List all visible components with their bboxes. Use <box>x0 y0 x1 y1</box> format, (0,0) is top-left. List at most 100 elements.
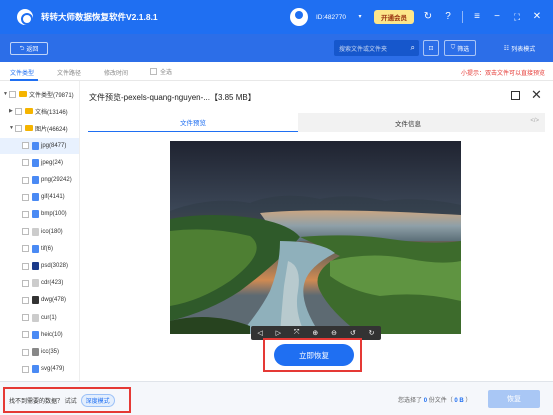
close-icon[interactable]: ✕ <box>531 87 542 103</box>
code-toggle-icon[interactable]: </> <box>530 118 539 124</box>
selected-mid: 份文件（ <box>428 398 453 404</box>
tree-item[interactable]: heic(10) <box>0 327 79 343</box>
back-button[interactable]: ⮌ 返回 <box>10 42 48 55</box>
menu-icon[interactable]: ≡ <box>471 11 483 23</box>
deep-mode-button[interactable]: 深度模式 <box>80 393 115 407</box>
dialog-title: 文件预览-pexels-quang-nguyen-...【3.85 MB】 <box>89 93 256 102</box>
avatar[interactable] <box>290 8 308 26</box>
tree-item[interactable]: psd(3028) <box>0 258 79 274</box>
tree-item-label: png(29242) <box>41 177 72 183</box>
tree-item-label: psd(3028) <box>41 263 69 269</box>
refresh-icon[interactable]: ↻ <box>422 11 434 23</box>
hint-text: 小提示：双击文件可以直接预览 <box>460 71 545 77</box>
checkbox[interactable] <box>22 193 29 201</box>
file-type-tree: ▼ 文件类型(79871) ▶ 文档(13146) ▼ 图片(46624) jpg(8477… <box>0 81 80 381</box>
vip-button[interactable]: 开通会员 <box>374 10 414 24</box>
file-type-icon <box>32 176 39 184</box>
filter-button[interactable]: ⛉ 筛选 <box>444 40 476 56</box>
dialog-tabs: 文件预览 文件信息 </> <box>88 113 545 132</box>
checkbox[interactable] <box>22 228 29 236</box>
tree-item[interactable]: dwg(478) <box>0 292 79 308</box>
checkbox[interactable] <box>9 90 16 98</box>
maximize-icon[interactable]: ⛶ <box>511 11 523 23</box>
tree-item[interactable]: gif(4141) <box>0 189 79 205</box>
rotate-right-icon[interactable]: ↻ <box>369 329 375 337</box>
tree-item[interactable]: ico(180) <box>0 224 79 240</box>
select-all-checkbox[interactable]: 全选 <box>150 67 172 76</box>
tab-file-preview[interactable]: 文件预览 <box>88 113 298 132</box>
selection-info: 您选择了 0 份文件（ 0 B ） <box>398 395 471 404</box>
tree-item-label: tif(6) <box>41 245 53 252</box>
restore-now-button[interactable]: 立即恢复 <box>274 344 354 366</box>
search-icon[interactable]: ⌕ <box>411 43 415 53</box>
tree-item[interactable]: ▶ 文档(13146) <box>0 103 79 119</box>
checkbox[interactable] <box>22 262 29 270</box>
checkbox[interactable] <box>22 365 29 373</box>
checkbox[interactable] <box>150 68 157 75</box>
tree-item-label: svg(479) <box>41 366 65 373</box>
checkbox[interactable] <box>22 210 29 218</box>
tree-item[interactable]: tif(6) <box>0 241 79 257</box>
close-icon[interactable]: ✕ <box>531 11 543 23</box>
checkbox[interactable] <box>22 348 29 356</box>
file-type-icon <box>32 365 39 374</box>
next-icon[interactable]: ▷ <box>276 329 281 337</box>
checkbox[interactable] <box>22 245 29 253</box>
tree-item-label: jpg(8477) <box>41 142 67 149</box>
tree-item-label: dwg(478) <box>41 297 67 304</box>
file-type-icon <box>32 348 39 356</box>
image-search-button[interactable]: ⊡ <box>423 40 439 56</box>
file-type-icon <box>32 141 39 150</box>
checkbox[interactable] <box>15 107 22 115</box>
tree-item[interactable]: svg(479) <box>0 361 79 377</box>
tree-item[interactable]: ▼ 文件类型(79871) <box>0 86 79 102</box>
file-type-icon <box>32 262 39 270</box>
tree-item[interactable]: jpeg(24) <box>0 155 79 171</box>
checkbox[interactable] <box>22 314 29 322</box>
minimize-icon[interactable]: − <box>491 11 503 23</box>
tree-item[interactable]: icc(35) <box>0 344 79 360</box>
tree-item-label: cdr(423) <box>41 280 64 287</box>
tree-item[interactable]: cdr(423) <box>0 275 79 291</box>
tab-file-info[interactable]: 文件信息 <box>298 113 518 132</box>
help-icon[interactable]: ? <box>442 11 454 23</box>
chevron-down-icon[interactable]: ▾ <box>354 11 366 23</box>
divider <box>462 11 463 23</box>
title-bar-controls: ID:482770 ▾ 开通会员 ↻ ? ≡ − ⛶ ✕ <box>290 0 543 34</box>
filter-label: 筛选 <box>457 46 470 53</box>
fit-icon[interactable]: ⤧ <box>294 329 300 337</box>
tree-item[interactable]: bmp(100) <box>0 206 79 222</box>
tree-item[interactable]: png(29242) <box>0 172 79 188</box>
bottom-bar: 找不到需要的数据？ 试试 深度模式 您选择了 0 份文件（ 0 B ） 恢复 <box>0 381 553 415</box>
list-mode-label: 列表模式 <box>511 46 536 53</box>
checkbox[interactable] <box>15 124 22 132</box>
maximize-icon[interactable] <box>511 91 520 100</box>
checkbox[interactable] <box>22 331 29 339</box>
search-input[interactable]: 搜索文件或文件夹 ⌕ <box>334 40 419 56</box>
recover-button[interactable]: 恢复 <box>488 390 540 408</box>
file-type-icon <box>32 296 39 305</box>
checkbox[interactable] <box>22 176 29 184</box>
tree-item-label: gif(4141) <box>41 194 65 201</box>
prev-icon[interactable]: ◁ <box>257 329 262 337</box>
list-mode-button[interactable]: ☷ 列表模式 <box>496 40 543 56</box>
selected-prefix: 您选择了 <box>398 398 423 404</box>
tree-item[interactable]: ▼ 图片(46624) <box>0 120 79 136</box>
zoom-out-icon[interactable]: ⊖ <box>331 329 337 337</box>
checkbox[interactable] <box>22 142 29 150</box>
tab-file-path[interactable]: 文件路径 <box>57 68 81 77</box>
checkbox[interactable] <box>22 159 29 167</box>
tree-item[interactable]: jpg(8477) <box>0 137 79 154</box>
select-all-label: 全选 <box>160 70 173 76</box>
tab-modified-time[interactable]: 修改时间 <box>104 68 128 77</box>
file-type-icon <box>32 210 39 219</box>
rotate-left-icon[interactable]: ↺ <box>350 329 356 337</box>
zoom-in-icon[interactable]: ⊕ <box>312 329 318 337</box>
tree-item-label: bmp(100) <box>41 211 67 218</box>
tree-item-label: cur(1) <box>41 314 57 321</box>
tree-item[interactable]: cur(1) <box>0 310 79 326</box>
tab-file-type[interactable]: 文件类型 <box>10 68 34 77</box>
tree-item-label: heic(10) <box>41 331 63 338</box>
checkbox[interactable] <box>22 279 29 287</box>
checkbox[interactable] <box>22 296 29 304</box>
